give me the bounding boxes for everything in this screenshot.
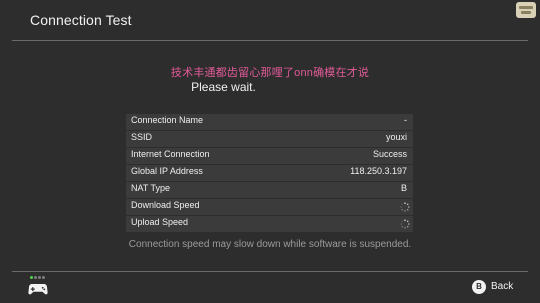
watermark-logo — [516, 2, 536, 18]
global-ip-address-value: 118.250.3.197 — [350, 166, 407, 176]
b-button-icon: B — [472, 280, 486, 294]
result-row-upload-speed: Upload Speed — [126, 215, 413, 232]
suspend-warning-note: Connection speed may slow down while sof… — [128, 239, 412, 250]
internet-connection-value: Success — [372, 149, 407, 159]
global-ip-address-label: Global IP Address — [131, 166, 203, 176]
connection-test-screen: Connection Test 技术丰通都齿留心那哩了onn确模在才说 Plea… — [0, 0, 540, 303]
player-indicator-dot — [34, 276, 37, 279]
nat-type-label: NAT Type — [131, 183, 171, 193]
status-overlay-text: 技术丰通都齿留心那哩了onn确模在才说 — [170, 67, 370, 79]
result-row-nat-type: NAT Type B — [126, 181, 413, 198]
back-button[interactable]: B Back — [472, 280, 520, 296]
player-indicator-dot — [42, 276, 45, 279]
bottom-divider — [12, 271, 528, 272]
loading-spinner-icon — [400, 219, 410, 229]
controller-status — [28, 276, 48, 298]
back-label: Back — [491, 281, 514, 292]
connection-name-value: - — [404, 115, 407, 125]
controller-icon — [28, 284, 48, 295]
result-row-download-speed: Download Speed — [126, 198, 413, 215]
result-row-connection-name: Connection Name - — [126, 114, 413, 130]
player-indicator-dot — [38, 276, 41, 279]
watermark-mark-top — [519, 6, 533, 9]
status-message: Please wait. — [191, 80, 256, 94]
watermark-mark-bottom — [521, 11, 531, 14]
results-table: Connection Name - SSID youxi Internet Co… — [126, 114, 413, 232]
result-row-global-ip-address: Global IP Address 118.250.3.197 — [126, 164, 413, 181]
nat-type-value: B — [400, 183, 407, 193]
download-speed-label: Download Speed — [131, 200, 200, 210]
loading-spinner-icon — [400, 202, 410, 212]
header: Connection Test — [0, 0, 540, 40]
top-divider — [12, 40, 528, 41]
player-indicator-dot — [30, 276, 33, 279]
page-title: Connection Test — [30, 12, 132, 28]
ssid-label: SSID — [131, 132, 153, 142]
result-row-internet-connection: Internet Connection Success — [126, 147, 413, 164]
upload-speed-label: Upload Speed — [131, 217, 189, 227]
connection-name-label: Connection Name — [131, 115, 204, 125]
result-row-ssid: SSID youxi — [126, 130, 413, 147]
internet-connection-label: Internet Connection — [131, 149, 210, 159]
ssid-value: youxi — [385, 132, 407, 142]
player-indicator — [30, 276, 46, 279]
